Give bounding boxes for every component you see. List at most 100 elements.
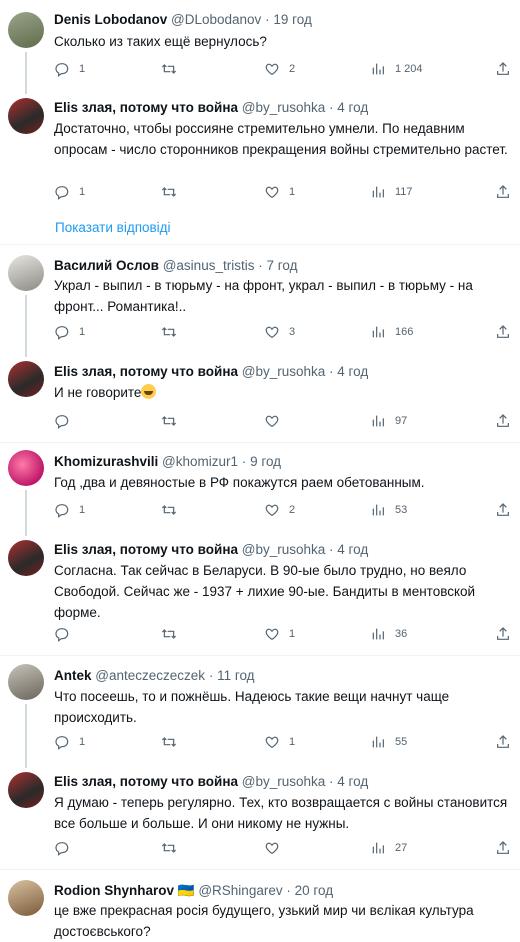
avatar[interactable] <box>8 98 44 134</box>
timestamp[interactable]: 9 год <box>250 454 281 469</box>
author-handle[interactable]: @by_rusohka <box>242 100 326 115</box>
divider <box>0 442 520 443</box>
views-button[interactable]: 55 <box>370 732 407 752</box>
share-button[interactable] <box>495 411 511 431</box>
avatar[interactable] <box>8 664 44 700</box>
author-handle[interactable]: @by_rusohka <box>242 364 326 379</box>
timestamp[interactable]: 4 год <box>337 100 368 115</box>
author-name[interactable]: Elis злая, потому что война <box>54 100 238 115</box>
avatar[interactable] <box>8 12 44 48</box>
author-name[interactable]: Василий Ослов <box>54 258 159 273</box>
reply-button[interactable]: 1 <box>54 500 85 520</box>
author-name[interactable]: Elis злая, потому что война <box>54 774 238 789</box>
author-handle[interactable]: @khomizur1 <box>162 454 238 469</box>
share-button[interactable] <box>495 732 511 752</box>
views-button[interactable]: 117 <box>370 182 413 202</box>
like-button[interactable]: 1 <box>264 624 295 644</box>
tweet-text: Достаточно, чтобы россияне стремительно … <box>54 121 508 157</box>
like-button[interactable]: 2 <box>264 59 295 79</box>
heart-icon <box>265 415 279 428</box>
timestamp[interactable]: 20 год <box>295 883 333 898</box>
retweet-button[interactable] <box>161 838 186 858</box>
avatar[interactable] <box>8 450 44 486</box>
reply-icon <box>55 326 69 340</box>
grinning-emoji-icon <box>141 384 157 399</box>
like-count: 2 <box>289 63 296 75</box>
share-button[interactable] <box>495 59 511 79</box>
reply-icon <box>55 628 69 642</box>
share-icon <box>497 414 509 427</box>
author-handle[interactable]: @anteczeczeczek <box>95 668 205 683</box>
tweet-text-row: И не говорите <box>54 382 509 403</box>
avatar[interactable] <box>8 255 44 291</box>
reply-button[interactable] <box>54 838 79 858</box>
share-button[interactable] <box>495 182 511 202</box>
reply-count: 1 <box>79 504 86 516</box>
author-handle[interactable]: @DLobodanov <box>171 12 261 27</box>
like-button[interactable] <box>264 411 289 431</box>
retweet-button[interactable] <box>161 732 186 752</box>
avatar[interactable] <box>8 361 44 397</box>
author-name[interactable]: Denis Lobodanov <box>54 12 167 27</box>
author-name[interactable]: Antek <box>54 668 92 683</box>
avatar[interactable] <box>8 772 44 808</box>
heart-icon <box>265 186 279 199</box>
reply-button[interactable]: 1 <box>54 322 85 342</box>
retweet-icon <box>161 327 177 337</box>
views-button[interactable]: 97 <box>370 411 407 431</box>
author-handle[interactable]: @asinus_tristis <box>163 258 255 273</box>
views-icon <box>372 842 384 854</box>
retweet-button[interactable] <box>161 500 186 520</box>
views-button[interactable]: 53 <box>370 500 407 520</box>
reply-button[interactable]: 1 <box>54 59 85 79</box>
author-name[interactable]: Elis злая, потому что война <box>54 542 238 557</box>
views-button[interactable]: 27 <box>370 838 407 858</box>
timestamp[interactable]: 11 год <box>217 668 254 683</box>
author-handle[interactable]: @by_rusohka <box>242 774 326 789</box>
author-name[interactable]: Elis злая, потому что война <box>54 364 238 379</box>
author-name[interactable]: Khomizurashvili <box>54 454 158 469</box>
timestamp[interactable]: 7 год <box>266 258 297 273</box>
views-button[interactable]: 166 <box>370 322 413 342</box>
reply-button[interactable] <box>54 411 79 431</box>
like-button[interactable]: 1 <box>264 732 295 752</box>
like-button[interactable]: 1 <box>264 182 295 202</box>
retweet-button[interactable] <box>161 322 186 342</box>
retweet-button[interactable] <box>161 624 186 644</box>
like-button[interactable]: 3 <box>264 322 295 342</box>
reply-button[interactable]: 1 <box>54 732 85 752</box>
tweet-header: Василий Ослов @asinus_tristis · 7 год <box>54 258 298 273</box>
reply-button[interactable] <box>54 624 79 644</box>
like-count: 2 <box>289 504 296 516</box>
timestamp[interactable]: 4 год <box>337 364 368 379</box>
view-count: 97 <box>395 415 408 427</box>
like-button[interactable]: 2 <box>264 500 295 520</box>
share-icon <box>497 185 509 198</box>
tweet-header: Antek @anteczeczeczek · 11 год <box>54 668 255 683</box>
avatar[interactable] <box>8 540 44 576</box>
avatar[interactable] <box>8 880 44 916</box>
author-handle[interactable]: @by_rusohka <box>242 542 326 557</box>
timestamp[interactable]: 4 год <box>337 774 368 789</box>
author-name[interactable]: Rodion Shynharov 🇺🇦 <box>54 883 195 898</box>
retweet-icon <box>161 843 177 853</box>
views-button[interactable]: 1 204 <box>370 59 423 79</box>
timestamp[interactable]: 4 год <box>337 542 368 557</box>
share-button[interactable] <box>495 500 511 520</box>
share-button[interactable] <box>495 322 511 342</box>
tweet-header: Denis Lobodanov @DLobodanov · 19 год <box>54 12 312 27</box>
retweet-button[interactable] <box>161 182 186 202</box>
views-icon <box>372 63 384 75</box>
author-handle[interactable]: @RShingarev <box>198 883 282 898</box>
timestamp[interactable]: 19 год <box>273 12 311 27</box>
share-button[interactable] <box>495 838 511 858</box>
like-button[interactable] <box>264 838 289 858</box>
show-replies-link[interactable]: Показати відповіді <box>55 220 171 235</box>
views-button[interactable]: 36 <box>370 624 407 644</box>
tweet-text: Сколько из таких ещё вернулось? <box>54 34 267 49</box>
share-button[interactable] <box>495 624 511 644</box>
reply-icon <box>55 63 69 77</box>
retweet-button[interactable] <box>161 59 186 79</box>
retweet-button[interactable] <box>161 411 186 431</box>
reply-button[interactable]: 1 <box>54 182 85 202</box>
